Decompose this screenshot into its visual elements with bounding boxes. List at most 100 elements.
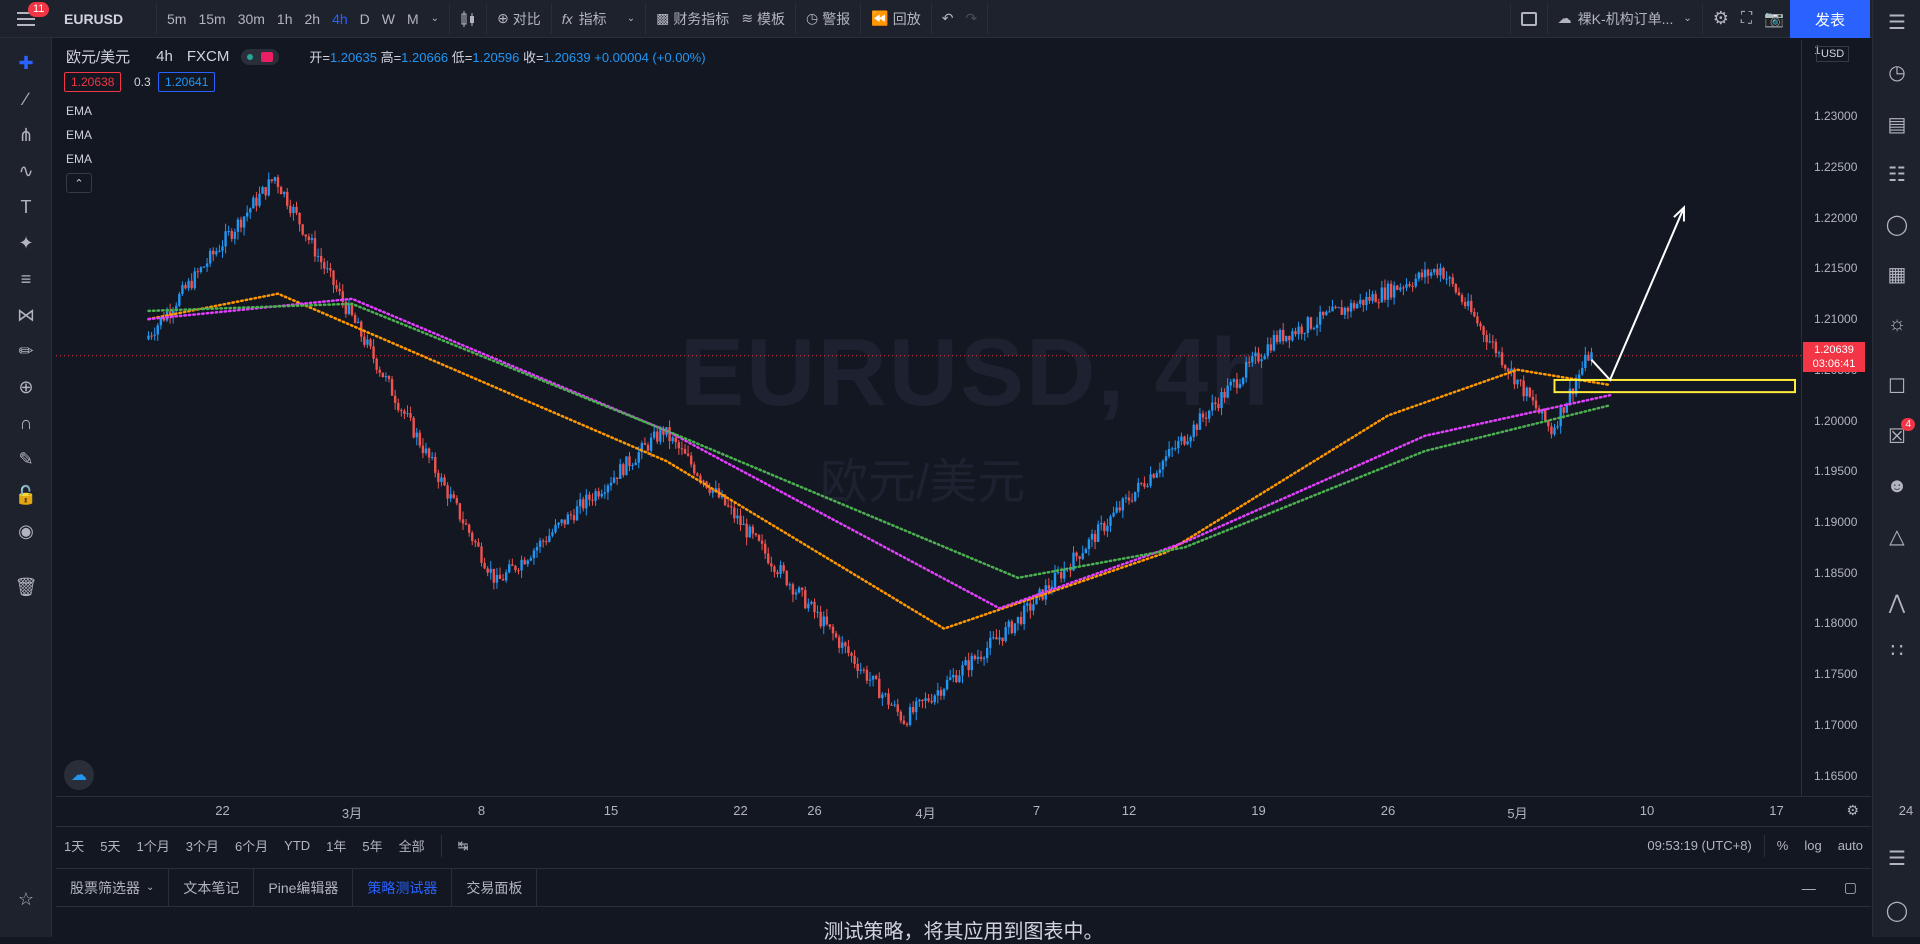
trash-icon[interactable]: 🗑 (13, 574, 39, 600)
chat-icon[interactable]: ☐ (1883, 372, 1911, 400)
alerts-button[interactable]: ◷ 警报 (800, 0, 856, 38)
timeframe-30m[interactable]: 30m (232, 0, 271, 38)
range-1d[interactable]: 1天 (56, 836, 92, 855)
replay-button[interactable]: ⏪ 回放 (865, 0, 926, 38)
clock-display[interactable]: 09:53:19 (UTC+8) (1639, 838, 1759, 853)
trading-icon[interactable]: ⋀ (1883, 588, 1911, 616)
pitchfork-icon[interactable]: ⋔ (13, 122, 39, 148)
brush-icon[interactable]: ∿ (13, 158, 39, 184)
currency-button[interactable]: USD (1816, 46, 1850, 62)
tab-strategy-tester[interactable]: 策略测试器 (353, 868, 453, 907)
star-icon[interactable]: ☆ (13, 886, 39, 912)
range-ytd[interactable]: YTD (276, 838, 318, 853)
market-status-toggle[interactable] (241, 48, 280, 65)
templates-button[interactable]: ≋ 模板 (735, 0, 791, 38)
candle-body (631, 465, 634, 467)
candle-body (739, 515, 742, 526)
candle-body (853, 655, 856, 664)
time-axis[interactable]: ⚙ 22 3月 8 15 22 26 4月 7 12 19 26 5月 10 17 24 (56, 796, 1913, 824)
tab-stock-screener[interactable]: 股票筛选器 ⌄ (56, 868, 170, 907)
divider (930, 3, 932, 34)
compare-button[interactable]: ⊕ 对比 (491, 0, 547, 38)
private-chat-icon[interactable]: ☒ 4 (1883, 418, 1915, 450)
range-5d[interactable]: 5天 (92, 836, 128, 855)
alarm-icon[interactable]: ◷ (1883, 58, 1911, 86)
timeframe-4h[interactable]: 4h (326, 0, 354, 38)
trend-line-icon[interactable]: ∕ (13, 86, 39, 112)
camera-icon[interactable]: 📷 (1758, 0, 1790, 38)
price-axis[interactable]: 1.230001.225001.220001.215001.210001.205… (1801, 40, 1871, 796)
lock-icon[interactable]: 🔓 (13, 482, 39, 508)
data-window-icon[interactable]: ☷ (1883, 160, 1911, 188)
pencil-lock-icon[interactable]: ✎ (13, 446, 39, 472)
layout-name-button[interactable]: ☁ 裸K-机构订单... ⌄ (1552, 0, 1698, 38)
indicator-ema-2[interactable]: EMA (66, 128, 92, 142)
crosshair-icon[interactable]: ✚ (13, 50, 39, 76)
symbol-search[interactable]: EURUSD (52, 0, 152, 38)
timeframe-1h[interactable]: 1h (271, 0, 299, 38)
candle-style-button[interactable] (454, 0, 482, 38)
maximize-panel-icon[interactable]: ▢ (1830, 869, 1871, 907)
tab-text-notes[interactable]: 文本笔记 (169, 868, 255, 907)
indicators-button[interactable]: fx 指标 ⌄ (556, 0, 641, 38)
sell-button[interactable]: 1.20638 (64, 72, 122, 92)
ideas-icon[interactable]: ☼ (1883, 310, 1911, 338)
pattern-icon[interactable]: ✦ (13, 230, 39, 256)
help-icon[interactable]: ◯ (1883, 896, 1911, 924)
text-tool-icon[interactable]: T (13, 194, 39, 220)
notification-bell-icon[interactable]: △ (1883, 522, 1911, 550)
range-3m[interactable]: 3个月 (178, 836, 227, 855)
calendar-icon[interactable]: ▦ (1883, 260, 1911, 288)
timeframe-5m[interactable]: 5m (161, 0, 192, 38)
timeframe-15m[interactable]: 15m (192, 0, 231, 38)
candle-body (677, 442, 681, 449)
goto-date-icon[interactable]: ↹ (450, 838, 477, 854)
hotlist-icon[interactable]: ◯ (1883, 210, 1911, 238)
fullscreen-icon[interactable]: ⛶ (1735, 0, 1758, 38)
zoom-in-icon[interactable]: ⊕ (13, 374, 39, 400)
indicator-ema-1[interactable]: EMA (66, 104, 92, 118)
main-menu-button[interactable]: 11 (0, 0, 52, 38)
timeframe-m[interactable]: M (401, 0, 425, 38)
eye-icon[interactable]: ◉ (13, 518, 39, 544)
settings-gear-icon[interactable]: ⚙ (1707, 0, 1735, 38)
tab-pine-editor[interactable]: Pine编辑器 (254, 868, 354, 907)
log-scale-toggle[interactable]: log (1796, 838, 1829, 853)
candle-body (1204, 417, 1208, 419)
auto-scale-toggle[interactable]: auto (1830, 838, 1871, 853)
range-6m[interactable]: 6个月 (227, 836, 276, 855)
indicator-ema-3[interactable]: EMA (66, 152, 92, 166)
undo-icon[interactable]: ↶ (936, 0, 960, 38)
range-1m[interactable]: 1个月 (128, 836, 177, 855)
range-1y[interactable]: 1年 (318, 836, 354, 855)
candle-body (828, 624, 832, 627)
publish-button[interactable]: 发表 (1790, 0, 1870, 38)
watchlist-icon[interactable]: ☰ (1883, 8, 1911, 36)
timeframe-2h[interactable]: 2h (299, 0, 327, 38)
axis-settings-gear-icon[interactable]: ⚙ (1846, 802, 1859, 819)
collapse-legend-button[interactable]: ⌃ (66, 173, 92, 193)
forecast-icon[interactable]: ⋈ (13, 302, 39, 328)
lightbulb-icon[interactable]: ☻ (1883, 472, 1911, 500)
range-all[interactable]: 全部 (391, 836, 433, 855)
financials-button[interactable]: ▩ 财务指标 (650, 0, 735, 38)
redo-icon[interactable]: ↷ (959, 0, 983, 38)
minimize-panel-icon[interactable]: — (1788, 869, 1830, 907)
timeframe-w[interactable]: W (376, 0, 401, 38)
percent-scale-toggle[interactable]: % (1769, 838, 1797, 853)
range-5y[interactable]: 5年 (354, 836, 390, 855)
chevron-down-icon[interactable]: ⌄ (425, 0, 445, 38)
long-position-icon[interactable]: ≡ (13, 266, 39, 292)
buy-button[interactable]: 1.20641 (158, 72, 216, 92)
magnet-icon[interactable]: ∩ (13, 410, 39, 436)
layers-icon[interactable]: ☰ (1883, 844, 1911, 872)
ruler-icon[interactable]: ✏ (13, 338, 39, 364)
price-chart[interactable] (56, 40, 1801, 796)
layout-select-icon[interactable] (1515, 0, 1543, 38)
dom-icon[interactable]: ∷ (1883, 636, 1911, 664)
logo-cloud-icon[interactable]: ☁ (64, 760, 94, 790)
candle-body (1488, 341, 1491, 343)
news-icon[interactable]: ▤ (1883, 110, 1911, 138)
timeframe-d[interactable]: D (354, 0, 376, 38)
tab-trading-panel[interactable]: 交易面板 (452, 868, 538, 907)
